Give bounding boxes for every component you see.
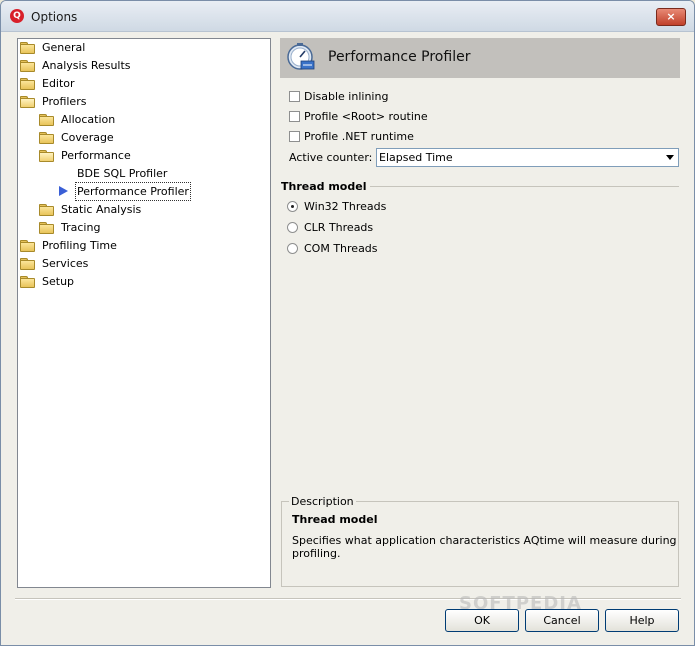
tree-item-setup[interactable]: Setup: [20, 273, 76, 290]
folder-icon: [20, 60, 35, 72]
win32-threads-option[interactable]: Win32 Threads: [287, 198, 386, 214]
tree-item-label: Analysis Results: [42, 59, 131, 72]
profile-net-checkbox[interactable]: [289, 130, 300, 142]
tree-item-services[interactable]: Services: [20, 255, 90, 272]
disable-inlining-checkbox[interactable]: [289, 90, 300, 102]
disable-inlining-option[interactable]: Disable inlining: [289, 88, 388, 104]
folder-icon: [39, 132, 54, 144]
tree-item-analysis-results[interactable]: Analysis Results: [20, 57, 133, 74]
tree-item-coverage[interactable]: Coverage: [39, 129, 116, 146]
tree-item-label: General: [42, 41, 86, 54]
tree-item-label: BDE SQL Profiler: [77, 167, 168, 180]
profile-root-checkbox[interactable]: [289, 110, 300, 122]
folder-icon: [39, 222, 54, 234]
win32-threads-radio[interactable]: [287, 200, 298, 212]
disable-inlining-label: Disable inlining: [304, 89, 389, 103]
clr-threads-radio[interactable]: [287, 221, 298, 233]
profile-net-label: Profile .NET runtime: [304, 129, 414, 143]
description-title: Thread model: [292, 513, 378, 526]
panel-header: Performance Profiler: [280, 38, 680, 78]
folder-icon: [20, 42, 35, 54]
tree-item-label: Performance Profiler: [75, 182, 191, 201]
help-button[interactable]: Help: [605, 609, 679, 632]
com-threads-radio[interactable]: [287, 242, 298, 254]
profile-root-label: Profile <Root> routine: [304, 109, 428, 123]
folder-open-icon: [20, 96, 35, 108]
panel-title: Performance Profiler: [328, 49, 471, 65]
group-divider: [361, 186, 679, 187]
active-counter-value: Elapsed Time: [379, 151, 453, 164]
com-threads-label: COM Threads: [304, 241, 378, 255]
tree-item-label: Editor: [42, 77, 75, 90]
tree-item-label: Coverage: [61, 131, 114, 144]
cancel-button[interactable]: Cancel: [525, 609, 599, 632]
tree-item-label: Setup: [42, 275, 75, 288]
folder-icon: [39, 114, 54, 126]
window-title: Options: [31, 10, 78, 24]
tree-item-editor[interactable]: Editor: [20, 75, 77, 92]
folder-icon: [20, 276, 35, 288]
tree-item-label: Allocation: [61, 113, 116, 126]
stopwatch-icon: [287, 43, 315, 70]
folder-icon: [20, 78, 35, 90]
folder-open-icon: [39, 150, 54, 162]
tree-item-allocation[interactable]: Allocation: [39, 111, 117, 128]
tree-item-label: Profilers: [42, 95, 87, 108]
active-counter-label: Active counter:: [289, 151, 373, 164]
close-button[interactable]: ×: [656, 8, 686, 26]
tree-item-performance-profiler[interactable]: Performance Profiler: [59, 182, 191, 201]
app-logo-icon: Q: [10, 9, 24, 23]
tree-item-static-analysis[interactable]: Static Analysis: [39, 201, 143, 218]
selected-arrow-icon: [59, 186, 68, 196]
clr-threads-label: CLR Threads: [304, 220, 374, 234]
folder-icon: [20, 240, 35, 252]
tree-item-tracing[interactable]: Tracing: [39, 219, 102, 236]
tree-item-label: Profiling Time: [42, 239, 117, 252]
tree-item-label: Performance: [61, 149, 131, 162]
tree-item-general[interactable]: General: [20, 39, 87, 56]
title-bar[interactable]: Q Options ×: [1, 1, 694, 32]
profile-root-option[interactable]: Profile <Root> routine: [289, 108, 428, 124]
thread-model-heading: Thread model: [281, 180, 371, 193]
tree-item-label: Static Analysis: [61, 203, 142, 216]
tree-item-label: Tracing: [61, 221, 101, 234]
tree-item-bde-sql-profiler[interactable]: BDE SQL Profiler: [75, 165, 169, 182]
folder-icon: [20, 258, 35, 270]
tree-item-performance[interactable]: Performance: [39, 147, 133, 164]
folder-icon: [39, 204, 54, 216]
ok-button[interactable]: OK: [445, 609, 519, 632]
profile-net-option[interactable]: Profile .NET runtime: [289, 128, 414, 144]
chevron-down-icon[interactable]: [666, 155, 674, 160]
tree-item-profilers[interactable]: Profilers: [20, 93, 88, 110]
options-tree[interactable]: General Analysis Results Editor Profiler…: [17, 38, 271, 588]
description-legend: Description: [289, 495, 356, 508]
active-counter-select[interactable]: Elapsed Time: [376, 148, 679, 167]
description-text: Specifies what application characteristi…: [292, 534, 677, 560]
options-dialog: Q Options × General Analysis Results Edi…: [0, 0, 695, 646]
com-threads-option[interactable]: COM Threads: [287, 240, 378, 256]
win32-threads-label: Win32 Threads: [304, 199, 387, 213]
clr-threads-option[interactable]: CLR Threads: [287, 219, 373, 235]
tree-item-label: Services: [42, 257, 89, 270]
tree-item-profiling-time[interactable]: Profiling Time: [20, 237, 119, 254]
